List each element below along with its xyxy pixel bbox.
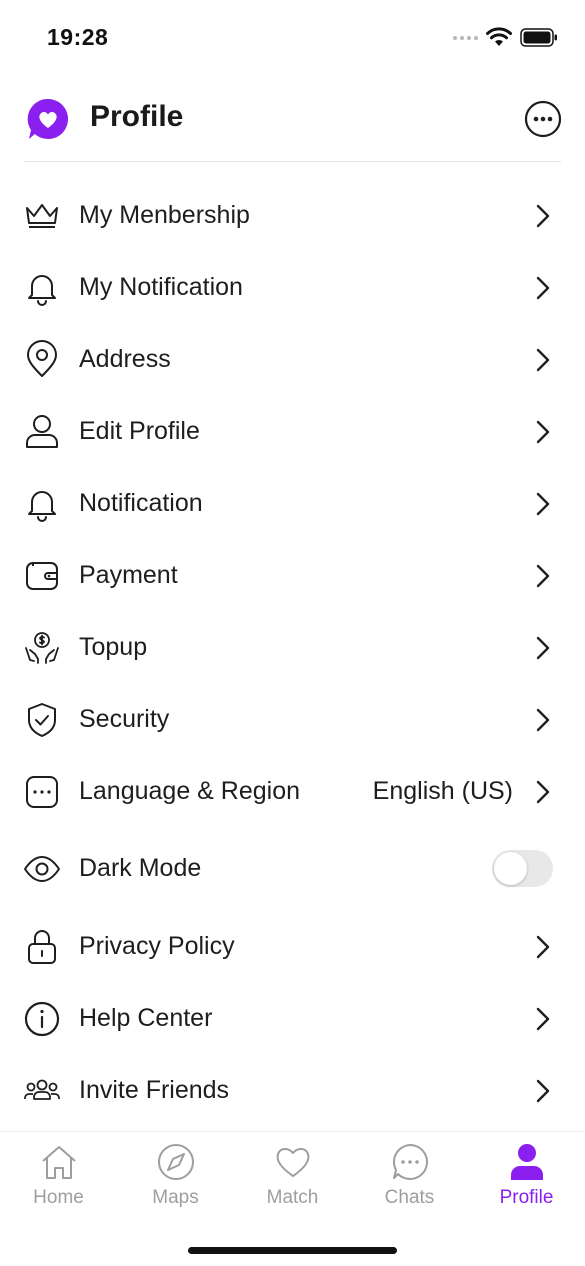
- tab-label: Home: [33, 1187, 84, 1208]
- chevron-right-icon: [536, 935, 550, 959]
- people-icon: [24, 1079, 60, 1100]
- lock-icon: [28, 930, 56, 964]
- wifi-icon: [486, 27, 512, 46]
- chevron-right-icon: [536, 708, 550, 732]
- menu-item-notification[interactable]: Notification: [0, 469, 585, 539]
- menu-item-label: Topup: [79, 633, 148, 661]
- shield-check-icon: [28, 703, 56, 737]
- crown-icon: [26, 204, 58, 228]
- user-icon: [26, 415, 58, 448]
- eye-icon: [24, 856, 60, 882]
- menu-item-invite-friends[interactable]: Invite Friends: [0, 1056, 585, 1126]
- chevron-right-icon: [536, 564, 550, 588]
- menu-item-label: Language & Region: [79, 777, 301, 805]
- chat-dots-icon: [26, 776, 58, 808]
- menu-item-help-center[interactable]: Help Center: [0, 984, 585, 1054]
- menu-item-edit-profile[interactable]: Edit Profile: [0, 397, 585, 467]
- chat-bubble-icon: [392, 1143, 428, 1180]
- tab-home[interactable]: Home: [0, 1142, 117, 1222]
- tab-maps[interactable]: Maps: [117, 1142, 234, 1222]
- tab-match[interactable]: Match: [234, 1142, 351, 1222]
- menu-item-dark-mode: Dark Mode: [0, 834, 585, 904]
- menu-item-label: Privacy Policy: [79, 932, 235, 960]
- chevron-right-icon: [536, 204, 550, 228]
- menu-item-label: My Notification: [79, 273, 243, 301]
- menu-item-topup[interactable]: Topup: [0, 613, 585, 683]
- chevron-right-icon: [536, 1079, 550, 1103]
- menu-item-label: Payment: [79, 561, 178, 589]
- menu-item-label: Invite Friends: [79, 1076, 230, 1104]
- profile-person-icon: [510, 1144, 543, 1180]
- tab-label: Match: [266, 1187, 319, 1208]
- menu-item-security[interactable]: Security: [0, 685, 585, 755]
- menu-item-label: Dark Mode: [79, 854, 202, 882]
- app-logo-heart-icon: [27, 98, 69, 139]
- location-pin-icon: [27, 340, 57, 377]
- menu-item-my-notification[interactable]: My Notification: [0, 253, 585, 323]
- compass-icon: [157, 1144, 194, 1180]
- status-bar: 19:28: [0, 0, 585, 70]
- menu-item-label: Address: [79, 345, 171, 373]
- battery-icon: [520, 28, 557, 47]
- menu-item-address[interactable]: Address: [0, 325, 585, 395]
- page-title: Profile: [90, 100, 184, 133]
- status-time: 19:28: [47, 24, 109, 50]
- tab-label: Profile: [499, 1187, 554, 1208]
- tab-label: Chats: [384, 1187, 435, 1208]
- menu-item-membership[interactable]: My Menbership: [0, 181, 585, 251]
- chevron-right-icon: [536, 1007, 550, 1031]
- tab-profile[interactable]: Profile: [468, 1142, 585, 1222]
- bottom-tab-bar: Home Maps Match Chats Profile: [0, 1131, 585, 1266]
- chevron-right-icon: [536, 276, 550, 300]
- menu-item-label: Notification: [79, 489, 203, 517]
- chevron-right-icon: [536, 636, 550, 660]
- menu-item-language-region[interactable]: Language & Region English (US): [0, 757, 585, 827]
- menu-item-label: My Menbership: [79, 201, 250, 229]
- wallet-icon: [26, 562, 58, 590]
- bell-icon: [28, 491, 56, 522]
- menu-item-label: Help Center: [79, 1004, 213, 1032]
- menu-item-payment[interactable]: Payment: [0, 541, 585, 611]
- bell-icon: [28, 275, 56, 306]
- tab-chats[interactable]: Chats: [351, 1142, 468, 1222]
- home-indicator: [188, 1247, 397, 1254]
- home-icon: [41, 1146, 76, 1179]
- money-hands-icon: [25, 632, 59, 664]
- dark-mode-toggle[interactable]: [492, 850, 553, 887]
- toggle-knob: [494, 852, 527, 885]
- info-circle-icon: [24, 1001, 60, 1037]
- heart-icon: [276, 1148, 309, 1177]
- menu-item-label: Security: [79, 705, 170, 733]
- chevron-right-icon: [536, 780, 550, 804]
- header-divider: [24, 161, 561, 162]
- chevron-right-icon: [536, 492, 550, 516]
- menu-item-privacy-policy[interactable]: Privacy Policy: [0, 912, 585, 982]
- language-value: English (US): [372, 777, 513, 805]
- chevron-right-icon: [536, 348, 550, 372]
- more-options-button[interactable]: [524, 100, 562, 138]
- chevron-right-icon: [536, 420, 550, 444]
- tab-label: Maps: [152, 1187, 199, 1208]
- cellular-signal-icon: [453, 36, 478, 40]
- header: Profile: [0, 88, 585, 150]
- menu-item-label: Edit Profile: [79, 417, 200, 445]
